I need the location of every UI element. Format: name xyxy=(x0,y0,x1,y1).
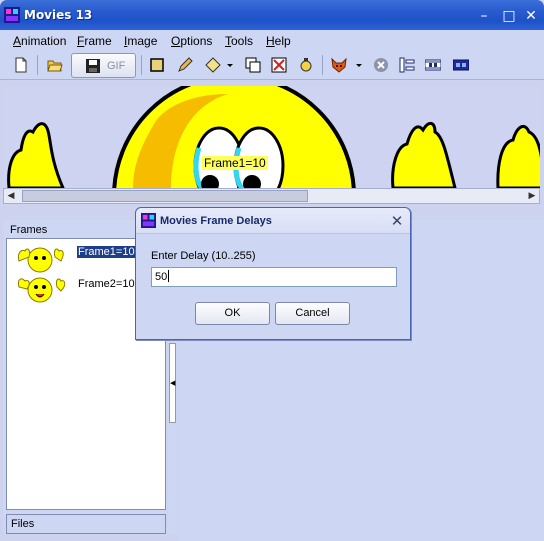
app-icon xyxy=(141,213,156,228)
frame-delay-tooltip: Frame1=10 xyxy=(202,156,268,170)
frames-header: Frames xyxy=(10,224,48,236)
open-folder-icon[interactable] xyxy=(44,54,66,76)
dialog-title: Movies Frame Delays xyxy=(160,215,272,227)
delete-frame-icon[interactable] xyxy=(268,54,290,76)
rectangle-icon[interactable] xyxy=(146,54,168,76)
window-titlebar: Movies 13 – □ ✕ xyxy=(0,0,544,30)
delay-prompt-label: Enter Delay (10..255) xyxy=(151,250,256,262)
scroll-right-arrow-icon[interactable]: ▶ xyxy=(525,190,539,202)
files-header[interactable]: Files xyxy=(6,514,166,534)
frame-canvas[interactable]: Frame1=10 xyxy=(3,86,540,188)
menu-frame[interactable]: Frame xyxy=(77,34,112,48)
frame-delays-dialog: Movies Frame Delays ✕ Enter Delay (10..2… xyxy=(135,207,411,340)
frame-item-label: Frame2=10 xyxy=(78,278,135,290)
film-strip-blue-icon[interactable] xyxy=(450,54,472,76)
toolbar-separator xyxy=(37,55,38,75)
fox-icon[interactable] xyxy=(328,54,350,76)
cancel-button[interactable]: Cancel xyxy=(275,302,350,325)
dropdown-arrow-icon[interactable] xyxy=(352,54,366,76)
frame-item-label: Frame1=10 xyxy=(77,246,136,258)
frame-thumbnail xyxy=(18,247,64,273)
minimize-button[interactable]: – xyxy=(474,7,494,27)
horizontal-scrollbar[interactable]: ◀ ▶ xyxy=(3,188,540,204)
window-title: Movies 13 xyxy=(24,8,93,22)
splitter-grip[interactable]: ◀ xyxy=(169,343,176,423)
frame-thumbnail xyxy=(18,277,66,303)
copy-frame-icon[interactable] xyxy=(242,54,264,76)
toolbar: GIF xyxy=(0,51,544,80)
toolbar-separator xyxy=(322,55,323,75)
pencil-icon[interactable] xyxy=(174,54,196,76)
stopwatch-icon[interactable] xyxy=(295,54,317,76)
align-left-icon[interactable] xyxy=(396,54,418,76)
app-icon xyxy=(4,7,20,23)
menu-animation[interactable]: Animation xyxy=(13,34,66,48)
ok-button[interactable]: OK xyxy=(195,302,270,325)
dialog-close-button[interactable]: ✕ xyxy=(388,212,406,230)
save-gif-button[interactable]: GIF xyxy=(71,53,136,78)
close-circle-icon[interactable] xyxy=(370,54,392,76)
menu-tools[interactable]: Tools xyxy=(225,34,253,48)
delay-input[interactable]: 50 xyxy=(151,267,397,287)
scroll-left-arrow-icon[interactable]: ◀ xyxy=(4,190,18,202)
menu-help[interactable]: Help xyxy=(266,34,291,48)
dropdown-arrow-icon[interactable] xyxy=(223,54,237,76)
new-file-icon[interactable] xyxy=(10,54,32,76)
menu-bar: Animation Frame Image Options Tools Help xyxy=(0,30,544,51)
maximize-button[interactable]: □ xyxy=(499,7,519,27)
save-gif-icon xyxy=(86,59,100,73)
film-strip-icon[interactable] xyxy=(422,54,444,76)
smiley-image xyxy=(7,86,540,188)
menu-options[interactable]: Options xyxy=(171,34,212,48)
menu-image[interactable]: Image xyxy=(124,34,157,48)
close-window-button[interactable]: ✕ xyxy=(521,7,541,27)
toolbar-separator xyxy=(141,55,142,75)
diamond-icon[interactable] xyxy=(202,54,224,76)
dialog-titlebar: Movies Frame Delays ✕ xyxy=(136,208,410,234)
gif-label: GIF xyxy=(107,60,126,72)
scroll-thumb[interactable] xyxy=(22,190,308,202)
